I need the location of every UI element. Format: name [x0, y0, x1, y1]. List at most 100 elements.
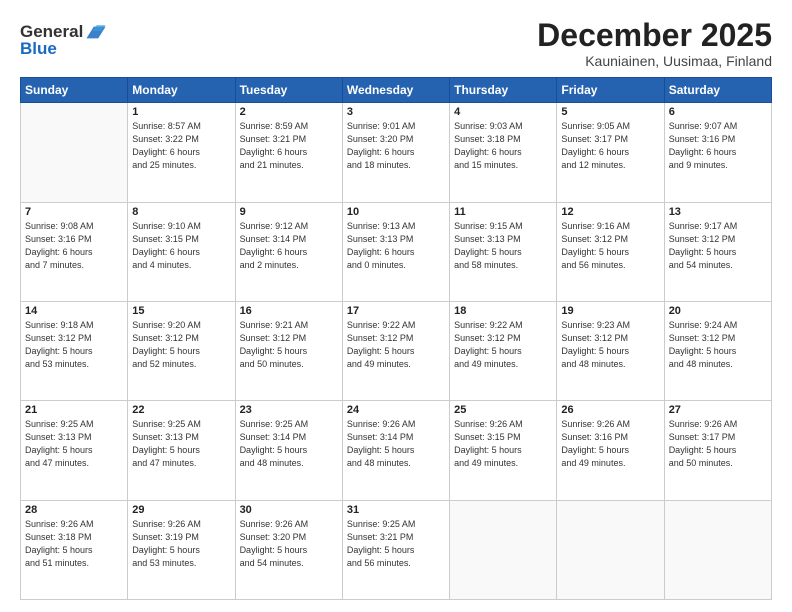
- day-number: 4: [454, 106, 552, 118]
- day-number: 15: [132, 305, 230, 317]
- day-number: 8: [132, 206, 230, 218]
- day-number: 5: [561, 106, 659, 118]
- weekday-header-monday: Monday: [128, 78, 235, 103]
- calendar-cell: [450, 500, 557, 599]
- calendar-cell: 26 Sunrise: 9:26 AM Sunset: 3:16 PM Dayli…: [557, 401, 664, 500]
- day-number: 26: [561, 404, 659, 416]
- day-number: 18: [454, 305, 552, 317]
- calendar-cell: 8 Sunrise: 9:10 AM Sunset: 3:15 PM Daylig…: [128, 202, 235, 301]
- day-number: 17: [347, 305, 445, 317]
- calendar-cell: 27 Sunrise: 9:26 AM Sunset: 3:17 PM Dayli…: [664, 401, 771, 500]
- day-info: Sunrise: 9:21 AM Sunset: 3:12 PM Dayligh…: [240, 319, 338, 371]
- calendar-cell: 31 Sunrise: 9:25 AM Sunset: 3:21 PM Dayli…: [342, 500, 449, 599]
- day-info: Sunrise: 9:12 AM Sunset: 3:14 PM Dayligh…: [240, 220, 338, 272]
- logo: General Blue: [20, 22, 107, 59]
- day-number: 22: [132, 404, 230, 416]
- calendar-cell: 3 Sunrise: 9:01 AM Sunset: 3:20 PM Daylig…: [342, 103, 449, 202]
- calendar-table: SundayMondayTuesdayWednesdayThursdayFrid…: [20, 77, 772, 600]
- day-number: 11: [454, 206, 552, 218]
- calendar-week-2: 7Sunrise: 9:08 AM Sunset: 3:16 PM Daylig…: [21, 202, 772, 301]
- day-number: 30: [240, 504, 338, 516]
- calendar-cell: 11 Sunrise: 9:15 AM Sunset: 3:13 PM Dayli…: [450, 202, 557, 301]
- calendar-cell: 6 Sunrise: 9:07 AM Sunset: 3:16 PM Daylig…: [664, 103, 771, 202]
- day-number: 10: [347, 206, 445, 218]
- weekday-header-wednesday: Wednesday: [342, 78, 449, 103]
- calendar-week-3: 14 Sunrise: 9:18 AM Sunset: 3:12 PM Dayli…: [21, 301, 772, 400]
- day-number: 12: [561, 206, 659, 218]
- day-number: 14: [25, 305, 123, 317]
- calendar-cell: 9Sunrise: 9:12 AM Sunset: 3:14 PM Daylig…: [235, 202, 342, 301]
- calendar-cell: 4 Sunrise: 9:03 AM Sunset: 3:18 PM Daylig…: [450, 103, 557, 202]
- calendar-cell: 13 Sunrise: 9:17 AM Sunset: 3:12 PM Dayli…: [664, 202, 771, 301]
- day-info: Sunrise: 9:25 AM Sunset: 3:13 PM Dayligh…: [25, 418, 123, 470]
- day-info: Sunrise: 9:26 AM Sunset: 3:14 PM Dayligh…: [347, 418, 445, 470]
- day-number: 2: [240, 106, 338, 118]
- day-info: Sunrise: 9:16 AM Sunset: 3:12 PM Dayligh…: [561, 220, 659, 272]
- day-number: 28: [25, 504, 123, 516]
- calendar-cell: 1 Sunrise: 8:57 AM Sunset: 3:22 PM Daylig…: [128, 103, 235, 202]
- day-number: 6: [669, 106, 767, 118]
- day-info: Sunrise: 9:22 AM Sunset: 3:12 PM Dayligh…: [454, 319, 552, 371]
- calendar-cell: 10Sunrise: 9:13 AM Sunset: 3:13 PM Dayli…: [342, 202, 449, 301]
- day-number: 23: [240, 404, 338, 416]
- day-info: Sunrise: 9:26 AM Sunset: 3:19 PM Dayligh…: [132, 518, 230, 570]
- day-info: Sunrise: 9:25 AM Sunset: 3:21 PM Dayligh…: [347, 518, 445, 570]
- day-info: Sunrise: 9:15 AM Sunset: 3:13 PM Dayligh…: [454, 220, 552, 272]
- weekday-header-tuesday: Tuesday: [235, 78, 342, 103]
- title-block: December 2025 Kauniainen, Uusimaa, Finla…: [537, 18, 772, 69]
- day-info: Sunrise: 9:10 AM Sunset: 3:15 PM Dayligh…: [132, 220, 230, 272]
- calendar-cell: 29 Sunrise: 9:26 AM Sunset: 3:19 PM Dayli…: [128, 500, 235, 599]
- calendar-cell: 30Sunrise: 9:26 AM Sunset: 3:20 PM Dayli…: [235, 500, 342, 599]
- calendar-cell: 21Sunrise: 9:25 AM Sunset: 3:13 PM Dayli…: [21, 401, 128, 500]
- day-info: Sunrise: 9:07 AM Sunset: 3:16 PM Dayligh…: [669, 120, 767, 172]
- day-number: 27: [669, 404, 767, 416]
- weekday-header-saturday: Saturday: [664, 78, 771, 103]
- day-info: Sunrise: 9:05 AM Sunset: 3:17 PM Dayligh…: [561, 120, 659, 172]
- weekday-header-row: SundayMondayTuesdayWednesdayThursdayFrid…: [21, 78, 772, 103]
- day-info: Sunrise: 8:59 AM Sunset: 3:21 PM Dayligh…: [240, 120, 338, 172]
- calendar-week-4: 21Sunrise: 9:25 AM Sunset: 3:13 PM Dayli…: [21, 401, 772, 500]
- calendar-cell: 5 Sunrise: 9:05 AM Sunset: 3:17 PM Daylig…: [557, 103, 664, 202]
- weekday-header-friday: Friday: [557, 78, 664, 103]
- day-number: 16: [240, 305, 338, 317]
- day-number: 29: [132, 504, 230, 516]
- day-info: Sunrise: 9:26 AM Sunset: 3:16 PM Dayligh…: [561, 418, 659, 470]
- day-info: Sunrise: 9:24 AM Sunset: 3:12 PM Dayligh…: [669, 319, 767, 371]
- day-info: Sunrise: 9:26 AM Sunset: 3:18 PM Dayligh…: [25, 518, 123, 570]
- day-info: Sunrise: 9:26 AM Sunset: 3:17 PM Dayligh…: [669, 418, 767, 470]
- day-info: Sunrise: 9:03 AM Sunset: 3:18 PM Dayligh…: [454, 120, 552, 172]
- calendar-cell: [21, 103, 128, 202]
- day-number: 1: [132, 106, 230, 118]
- day-info: Sunrise: 9:01 AM Sunset: 3:20 PM Dayligh…: [347, 120, 445, 172]
- calendar-cell: 22 Sunrise: 9:25 AM Sunset: 3:13 PM Dayli…: [128, 401, 235, 500]
- calendar-cell: 19 Sunrise: 9:23 AM Sunset: 3:12 PM Dayli…: [557, 301, 664, 400]
- page: General Blue December 2025 Kauniainen, U…: [0, 0, 792, 612]
- day-info: Sunrise: 9:26 AM Sunset: 3:15 PM Dayligh…: [454, 418, 552, 470]
- day-number: 31: [347, 504, 445, 516]
- calendar-cell: 7Sunrise: 9:08 AM Sunset: 3:16 PM Daylig…: [21, 202, 128, 301]
- logo-icon: [85, 20, 107, 42]
- calendar-cell: 25Sunrise: 9:26 AM Sunset: 3:15 PM Dayli…: [450, 401, 557, 500]
- calendar-cell: 24Sunrise: 9:26 AM Sunset: 3:14 PM Dayli…: [342, 401, 449, 500]
- calendar-cell: 14 Sunrise: 9:18 AM Sunset: 3:12 PM Dayli…: [21, 301, 128, 400]
- day-info: Sunrise: 8:57 AM Sunset: 3:22 PM Dayligh…: [132, 120, 230, 172]
- day-info: Sunrise: 9:25 AM Sunset: 3:13 PM Dayligh…: [132, 418, 230, 470]
- calendar-cell: [664, 500, 771, 599]
- calendar-cell: 16 Sunrise: 9:21 AM Sunset: 3:12 PM Dayli…: [235, 301, 342, 400]
- calendar-cell: 2 Sunrise: 8:59 AM Sunset: 3:21 PM Daylig…: [235, 103, 342, 202]
- calendar-cell: 17Sunrise: 9:22 AM Sunset: 3:12 PM Dayli…: [342, 301, 449, 400]
- day-info: Sunrise: 9:18 AM Sunset: 3:12 PM Dayligh…: [25, 319, 123, 371]
- day-number: 3: [347, 106, 445, 118]
- day-number: 7: [25, 206, 123, 218]
- day-number: 20: [669, 305, 767, 317]
- day-info: Sunrise: 9:20 AM Sunset: 3:12 PM Dayligh…: [132, 319, 230, 371]
- day-number: 13: [669, 206, 767, 218]
- calendar-cell: [557, 500, 664, 599]
- day-info: Sunrise: 9:23 AM Sunset: 3:12 PM Dayligh…: [561, 319, 659, 371]
- day-info: Sunrise: 9:17 AM Sunset: 3:12 PM Dayligh…: [669, 220, 767, 272]
- day-number: 19: [561, 305, 659, 317]
- calendar-cell: 18 Sunrise: 9:22 AM Sunset: 3:12 PM Dayli…: [450, 301, 557, 400]
- calendar-cell: 12 Sunrise: 9:16 AM Sunset: 3:12 PM Dayli…: [557, 202, 664, 301]
- header: General Blue December 2025 Kauniainen, U…: [20, 18, 772, 69]
- logo-blue-text: Blue: [20, 39, 107, 59]
